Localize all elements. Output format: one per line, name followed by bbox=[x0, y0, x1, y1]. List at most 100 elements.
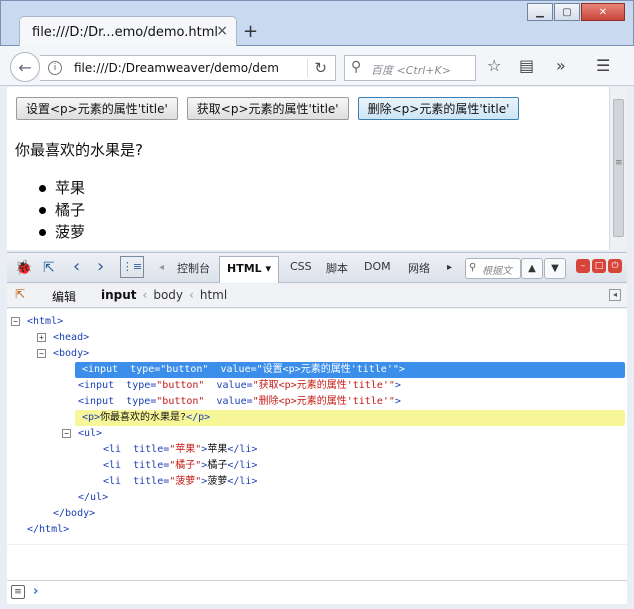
tab-console[interactable]: 控制台 bbox=[177, 260, 210, 276]
tree-node[interactable]: <li title="橘子">橘子</li> bbox=[7, 458, 627, 474]
page-viewport: 设置<p>元素的属性'title' 获取<p>元素的属性'title' 删除<p… bbox=[7, 87, 619, 250]
search-prev-button[interactable]: ▲ bbox=[521, 258, 543, 279]
search-input[interactable]: ⚲ 百度 <Ctrl+K> bbox=[344, 55, 476, 81]
tag-name: <li bbox=[103, 460, 128, 471]
bookmark-icon[interactable]: ☆ bbox=[487, 56, 501, 75]
tag-name: <li bbox=[103, 476, 128, 487]
attribute-value: "菠萝" bbox=[169, 476, 202, 487]
tab-dom[interactable]: DOM bbox=[364, 260, 391, 273]
breadcrumb-separator: ‹ bbox=[142, 288, 148, 302]
tree-node-code: <html> bbox=[27, 314, 63, 330]
devtools-search-input[interactable]: ⚲ 根据文 bbox=[465, 258, 521, 279]
title-bar: file:///D:/Dr...emo/demo.html × + ▁ ▢ ✕ bbox=[0, 0, 634, 48]
get-title-button[interactable]: 获取<p>元素的属性'title' bbox=[186, 97, 349, 120]
firebug-icon[interactable]: 🐞 bbox=[15, 260, 32, 276]
tree-node[interactable]: </ul> bbox=[7, 490, 627, 506]
tree-node[interactable]: + <head> bbox=[7, 330, 627, 346]
collapse-icon[interactable]: − bbox=[62, 429, 71, 438]
scrollbar-thumb[interactable] bbox=[613, 99, 624, 237]
tag-name: </body> bbox=[53, 508, 96, 519]
maximize-button[interactable]: ▢ bbox=[554, 3, 580, 21]
tabs-left-icon[interactable]: ◂ bbox=[159, 262, 164, 273]
window-controls: ▁ ▢ ✕ bbox=[527, 3, 625, 21]
tab-title: file:///D:/Dr...emo/demo.html bbox=[32, 25, 219, 40]
forward-icon[interactable]: › bbox=[97, 256, 104, 277]
collapse-icon[interactable]: − bbox=[37, 349, 46, 358]
devtools-close-button[interactable]: ⏻ bbox=[608, 259, 622, 273]
url-text[interactable]: file:///D:/Dreamweaver/demo/dem bbox=[74, 61, 278, 75]
tab-script[interactable]: 脚本 bbox=[326, 260, 348, 276]
browser-tab[interactable]: file:///D:/Dr...emo/demo.html × bbox=[19, 16, 237, 48]
url-bar[interactable]: i file:///D:/Dreamweaver/demo/dem ↻ bbox=[40, 55, 336, 81]
collapse-icon[interactable]: − bbox=[11, 317, 20, 326]
set-title-button[interactable]: 设置<p>元素的属性'title' bbox=[16, 97, 178, 120]
console-toggle-icon[interactable]: ⋮≡ bbox=[120, 256, 144, 278]
tag-name: <body> bbox=[53, 348, 90, 359]
tree-node-code: </ul> bbox=[78, 490, 108, 506]
tree-node[interactable]: − <body> bbox=[7, 346, 627, 362]
tree-node[interactable]: <input type="button" value="设置<p>元素的属性't… bbox=[75, 362, 625, 378]
tree-node-code: <body> bbox=[53, 346, 89, 362]
attribute-value: "button" bbox=[156, 396, 205, 407]
devtools-detach-button[interactable]: □ bbox=[592, 259, 606, 273]
tab-close-icon[interactable]: × bbox=[216, 23, 228, 39]
attribute-name: value= bbox=[204, 396, 253, 407]
overflow-icon[interactable]: » bbox=[556, 56, 566, 75]
reader-icon[interactable]: ▤ bbox=[519, 56, 534, 75]
minimize-button[interactable]: ▁ bbox=[527, 3, 553, 21]
node-text: 你最喜欢的水果是? bbox=[100, 412, 187, 423]
tree-node[interactable]: <input type="button" value="删除<p>元素的属性't… bbox=[7, 394, 627, 410]
new-tab-button[interactable]: + bbox=[243, 21, 258, 42]
tree-node[interactable]: <p>你最喜欢的水果是?</p> bbox=[75, 410, 625, 426]
tree-node[interactable]: − <html> bbox=[7, 314, 627, 330]
inspect-node-icon[interactable]: ⇱ bbox=[15, 287, 25, 301]
attribute-name: value= bbox=[204, 380, 253, 391]
button-row: 设置<p>元素的属性'title' 获取<p>元素的属性'title' 删除<p… bbox=[16, 97, 520, 120]
crumb-scroll-left-icon[interactable]: ◂ bbox=[609, 289, 621, 301]
back-button[interactable]: ← bbox=[10, 52, 40, 82]
fruit-item: 菠萝 bbox=[35, 221, 85, 243]
tag-name: </html> bbox=[27, 524, 70, 535]
inspect-icon[interactable]: ⇱ bbox=[43, 260, 55, 276]
tab-html[interactable]: HTML ▾ bbox=[219, 256, 280, 283]
tag-name: </p> bbox=[186, 412, 211, 423]
tag-name: <input bbox=[78, 396, 121, 407]
edit-button[interactable]: 编辑 bbox=[52, 288, 76, 305]
expand-icon[interactable]: + bbox=[37, 333, 46, 342]
breadcrumb-input[interactable]: input bbox=[101, 288, 137, 302]
info-icon[interactable]: i bbox=[48, 61, 62, 75]
tag-name: <input bbox=[82, 364, 125, 375]
command-line[interactable]: ≡ › bbox=[7, 580, 627, 604]
breadcrumb-html[interactable]: html bbox=[200, 288, 227, 302]
tree-node[interactable]: − <ul> bbox=[7, 426, 627, 442]
fruit-item: 橘子 bbox=[35, 199, 85, 221]
search-placeholder: 百度 <Ctrl+K> bbox=[371, 64, 451, 77]
tab-css[interactable]: CSS bbox=[290, 260, 312, 273]
tree-node[interactable]: <li title="苹果">苹果</li> bbox=[7, 442, 627, 458]
page-scrollbar[interactable] bbox=[609, 87, 627, 250]
back-icon[interactable]: ‹ bbox=[73, 256, 80, 277]
tree-node-code: </body> bbox=[53, 506, 95, 522]
tree-node[interactable]: <input type="button" value="获取<p>元素的属性't… bbox=[7, 378, 627, 394]
tree-node-code: <li title="菠萝">菠萝</li> bbox=[103, 474, 257, 490]
command-editor-icon[interactable]: ≡ bbox=[11, 585, 25, 599]
tree-node[interactable]: </body> bbox=[7, 506, 627, 522]
close-window-button[interactable]: ✕ bbox=[581, 3, 625, 21]
breadcrumb-body[interactable]: body bbox=[153, 288, 183, 302]
search-next-button[interactable]: ▼ bbox=[544, 258, 566, 279]
devtools-search-placeholder: 根据文 bbox=[482, 266, 512, 277]
tab-network[interactable]: 网络 bbox=[408, 260, 430, 276]
tree-node[interactable]: <li title="菠萝">菠萝</li> bbox=[7, 474, 627, 490]
devtools-minimize-button[interactable]: – bbox=[576, 259, 590, 273]
tabs-right-icon[interactable]: ▸ bbox=[447, 262, 452, 273]
tree-node-code: <li title="橘子">橘子</li> bbox=[103, 458, 257, 474]
remove-title-button[interactable]: 删除<p>元素的属性'title' bbox=[357, 97, 520, 120]
reload-icon[interactable]: ↻ bbox=[307, 59, 327, 77]
tree-node[interactable]: </html> bbox=[7, 522, 627, 538]
command-prompt[interactable]: › bbox=[33, 584, 38, 599]
fruit-item: 苹果 bbox=[35, 177, 85, 199]
attribute-name: type= bbox=[120, 396, 157, 407]
menu-icon[interactable]: ☰ bbox=[596, 56, 610, 75]
tag-name: <html> bbox=[27, 316, 64, 327]
question-paragraph: 你最喜欢的水果是? bbox=[15, 141, 143, 159]
